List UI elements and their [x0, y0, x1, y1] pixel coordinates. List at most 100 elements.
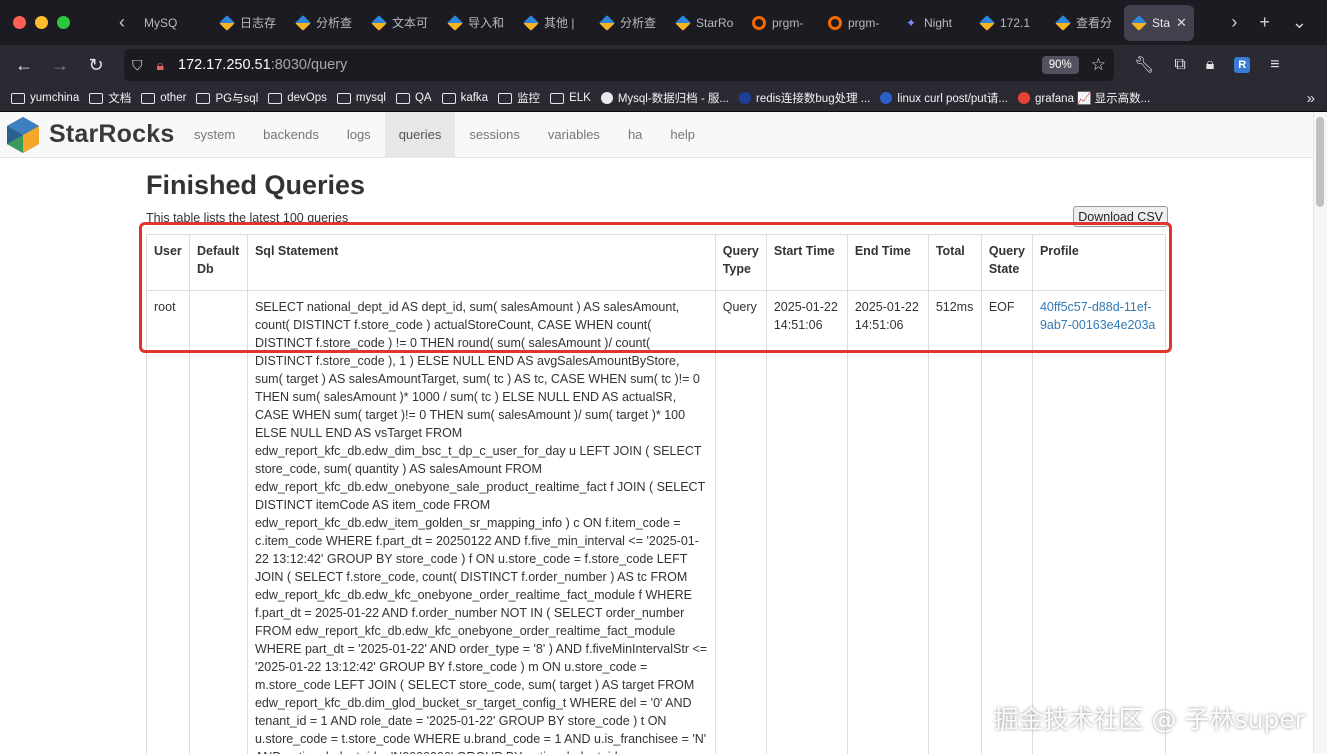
column-header: Default Db: [188, 234, 248, 291]
bookmark-folder[interactable]: QA: [395, 92, 432, 104]
table-row: root SELECT national_dept_id AS dept_id, …: [146, 290, 1167, 754]
browser-tab[interactable]: 分析查: [288, 5, 364, 41]
bookmark-star-icon[interactable]: ☆: [1091, 55, 1106, 75]
zoom-window-button[interactable]: [57, 16, 70, 29]
column-header: Sql Statement: [246, 234, 716, 291]
browser-tab[interactable]: 导入和: [440, 5, 516, 41]
bookmark-folder[interactable]: kafka: [441, 92, 488, 104]
bookmark-folder[interactable]: ELK: [550, 92, 591, 104]
browser-tab-label: 导入和: [468, 16, 505, 30]
starrocks-logo-icon: [7, 116, 39, 153]
bookmark-label: 文档: [108, 93, 132, 105]
menu-icon[interactable]: ≡: [1270, 56, 1279, 74]
starrocks-icon: [979, 14, 995, 31]
bookmark-folder[interactable]: yumchina: [11, 92, 79, 104]
bookmark-link[interactable]: linux curl post/put请...: [880, 90, 1008, 106]
menu-item-ha[interactable]: ha: [614, 112, 656, 158]
browser-tab[interactable]: Sta ✕: [1124, 4, 1194, 41]
browser-tab[interactable]: 查看分: [1048, 5, 1124, 41]
main-menu: system backends logs queries sessions variabl…: [180, 112, 709, 158]
browser-tab[interactable]: prgm-: [744, 5, 820, 41]
browser-tab[interactable]: 文本可: [364, 5, 440, 41]
cell-end-time: 2025-01-22 14:51:06: [846, 290, 929, 754]
starrocks-icon: [371, 14, 387, 31]
bookmark-link[interactable]: grafana 📈 显示高数...: [1017, 90, 1150, 106]
r-extension-icon[interactable]: R: [1234, 57, 1251, 73]
nightingale-icon: ✦: [905, 15, 917, 30]
menu-item-queries[interactable]: queries: [384, 112, 456, 158]
bookmark-label: 监控: [517, 93, 541, 105]
url-bar[interactable]: ⛉ 🔒︎ 172.17.250.51 :8030/query 90% ☆: [124, 49, 1114, 81]
browser-tab[interactable]: 分析查: [592, 5, 668, 41]
browser-tab-label: 其他 |: [544, 16, 575, 30]
forward-button[interactable]: →: [42, 55, 78, 76]
bookmark-label: Mysql-数据归档 - 服...: [617, 93, 729, 105]
window-controls: [0, 16, 108, 29]
folder-icon: [550, 92, 565, 104]
queries-table: User Default Db Sql Statement Query Type Sta…: [146, 234, 1167, 754]
starrocks-logo[interactable]: StarRocks: [0, 115, 180, 155]
minimize-window-button[interactable]: [35, 16, 48, 29]
cell-total: 512ms: [927, 290, 982, 754]
bookmark-label: QA: [414, 92, 432, 104]
browser-tab[interactable]: ✦ Night: [896, 5, 972, 41]
back-button[interactable]: ←: [6, 55, 42, 76]
bookmark-link[interactable]: redis连接数bug处理 ...: [738, 90, 870, 106]
lock-extension-icon[interactable]: 🔒︎: [1206, 56, 1215, 74]
insecure-lock-icon[interactable]: 🔒︎: [157, 57, 164, 74]
close-window-button[interactable]: [13, 16, 26, 29]
reload-button[interactable]: ↻: [78, 55, 114, 76]
profile-link[interactable]: 40ff5c57-d88d-11ef-9ab7-00163e4e203a: [1040, 300, 1155, 332]
bookmark-folder[interactable]: 监控: [498, 90, 540, 106]
wrench-icon[interactable]: 🔧︎: [1134, 55, 1154, 75]
shield-icon[interactable]: ⛉: [132, 57, 143, 74]
extensions-icon[interactable]: ⧉: [1174, 56, 1185, 74]
site-favicon-icon: [880, 92, 893, 104]
folder-icon: [441, 92, 456, 104]
menu-item-help[interactable]: help: [656, 112, 709, 158]
cell-sql: SELECT national_dept_id AS dept_id, sum(…: [246, 290, 716, 754]
bookmark-label: yumchina: [30, 92, 80, 104]
list-all-tabs-icon[interactable]: ⌄: [1292, 12, 1307, 33]
bookmark-folder[interactable]: 文档: [89, 90, 131, 106]
starrocks-icon: [523, 14, 539, 31]
browser-tab[interactable]: prgm-: [820, 5, 896, 41]
close-tab-icon[interactable]: ✕: [1176, 15, 1187, 31]
bookmark-folder[interactable]: PG与sql: [196, 90, 258, 106]
zoom-level-badge[interactable]: 90%: [1041, 56, 1079, 74]
browser-nav-bar: ← → ↻ ⛉ 🔒︎ 172.17.250.51 :8030/query 90%…: [0, 45, 1327, 85]
browser-tab[interactable]: MySQ: [136, 5, 212, 41]
bookmark-folder[interactable]: mysql: [336, 92, 386, 104]
more-bookmarks-icon[interactable]: »: [1307, 90, 1315, 107]
page-content: StarRocks system backends logs queries sessi…: [0, 112, 1327, 754]
bookmark-folder[interactable]: devOps: [268, 92, 327, 104]
browser-tab[interactable]: 172.1: [972, 5, 1048, 41]
grafana-icon: [752, 15, 766, 30]
scrollbar-thumb[interactable]: [1316, 117, 1324, 207]
browser-tab-label: Night: [924, 15, 953, 30]
cell-state: EOF: [980, 290, 1033, 754]
download-csv-button[interactable]: Download CSV: [1073, 206, 1168, 227]
scrollbar-track[interactable]: [1313, 112, 1327, 754]
browser-tab[interactable]: 其他 |: [516, 5, 592, 41]
menu-item-logs[interactable]: logs: [333, 112, 385, 158]
bookmark-label: linux curl post/put请...: [897, 93, 1008, 105]
column-header: Start Time: [765, 234, 848, 291]
folder-icon: [498, 92, 513, 104]
bookmarks-bar: yumchina 文档 other PG与sql devOps mysql QA kafka 监…: [0, 85, 1327, 112]
column-header: Total: [927, 234, 982, 291]
cell-start-time: 2025-01-22 14:51:06: [765, 290, 848, 754]
browser-tab-label: prgm-: [848, 15, 880, 30]
tab-scroll-left-icon[interactable]: ‹: [108, 12, 136, 33]
new-tab-button[interactable]: +: [1259, 12, 1270, 33]
tab-scroll-right-icon[interactable]: ›: [1231, 12, 1237, 33]
menu-item-backends[interactable]: backends: [249, 112, 333, 158]
folder-icon: [89, 92, 104, 104]
browser-tab[interactable]: StarRo: [668, 5, 744, 41]
menu-item-system[interactable]: system: [180, 112, 249, 158]
browser-tab[interactable]: 日志存: [212, 5, 288, 41]
menu-item-variables[interactable]: variables: [534, 112, 614, 158]
menu-item-sessions[interactable]: sessions: [455, 112, 534, 158]
bookmark-folder[interactable]: other: [141, 92, 186, 104]
bookmark-link[interactable]: Mysql-数据归档 - 服...: [600, 90, 729, 106]
